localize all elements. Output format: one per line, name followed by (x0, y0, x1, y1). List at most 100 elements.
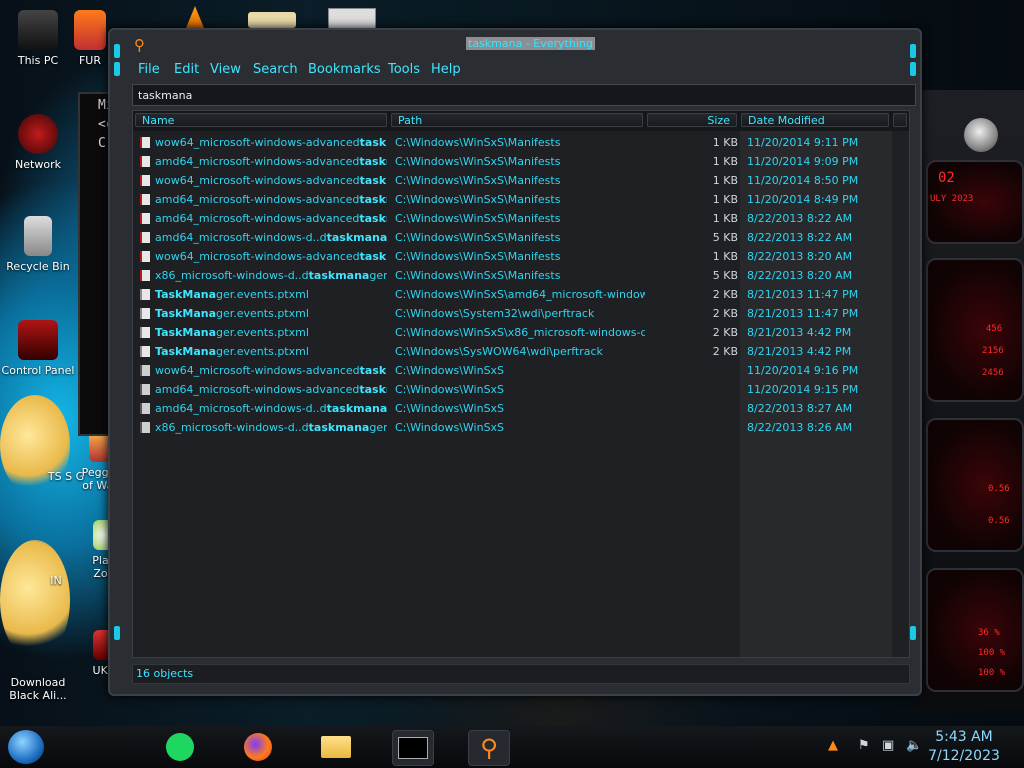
table-row[interactable]: TaskManager.events.ptxml C:\Windows\SysWO… (133, 342, 909, 361)
menu-bookmarks[interactable]: Bookmarks (308, 62, 381, 77)
name-suffix: ger.events.ptxml (216, 307, 309, 320)
desktop-icon-in[interactable]: IN (46, 574, 66, 587)
firefox-icon (244, 733, 272, 761)
menu-view[interactable]: View (210, 62, 241, 77)
taskbar-messenger-button[interactable] (160, 730, 200, 764)
app-shortcut-icon[interactable] (248, 12, 296, 28)
desktop-icon-label: Download Black Ali... (9, 676, 67, 702)
desktop-icon-control-panel[interactable]: Control Panel (0, 320, 76, 377)
row-size: 1 KB (712, 193, 738, 206)
row-size: 2 KB (712, 345, 738, 358)
row-date-modified: 8/22/2013 8:26 AM (747, 421, 853, 434)
taskbar-everything-button[interactable]: ⚲ (468, 730, 510, 766)
name-match-highlight: TaskMana (155, 288, 216, 301)
name-match-highlight: taskmana (308, 421, 370, 434)
vlc-tray-icon[interactable]: ▲ (828, 738, 838, 753)
table-row[interactable]: x86_microsoft-windows-d..dtaskmanager-..… (133, 266, 909, 285)
desktop-icon-download-black-ali[interactable]: Download Black Ali... (0, 676, 76, 702)
row-name: wow64_microsoft-windows-advancedtaskm... (155, 133, 387, 152)
decor-strip (114, 44, 120, 58)
table-row[interactable]: amd64_microsoft-windows-advancedtaskm...… (133, 209, 909, 228)
row-path: C:\Windows\SysWOW64\wdi\perftrack (395, 345, 603, 358)
table-row[interactable]: TaskManager.events.ptxml C:\Windows\WinSx… (133, 285, 909, 304)
row-date-modified: 8/22/2013 8:22 AM (747, 231, 853, 244)
app-shortcut-icon[interactable] (328, 8, 376, 30)
name-suffix: ger-... (369, 269, 387, 282)
column-header-path[interactable]: Path (391, 113, 643, 127)
table-row[interactable]: amd64_microsoft-windows-d..dtaskmanag...… (133, 228, 909, 247)
desktop-icon-network[interactable]: Network (0, 114, 76, 171)
row-name: amd64_microsoft-windows-d..dtaskmanag... (155, 399, 387, 418)
row-path: C:\Windows\WinSxS (395, 364, 505, 377)
clock-time: 5:43 AM (935, 729, 993, 745)
taskbar-file-explorer-button[interactable] (316, 730, 356, 764)
volume-icon[interactable]: 🔈 (906, 738, 922, 753)
row-name: TaskManager.events.ptxml (155, 285, 387, 304)
control-panel-icon (18, 320, 58, 360)
name-prefix: x86_microsoft-windows-d..d (155, 421, 309, 434)
desktop-icon-label: IN (50, 574, 62, 587)
row-size: 1 KB (712, 136, 738, 149)
row-date-modified: 8/22/2013 8:20 AM (747, 250, 853, 263)
system-clock[interactable]: 5:43 AM 7/12/2023 (922, 728, 1006, 766)
name-match-highlight: taskm (359, 193, 387, 206)
name-match-highlight: taskm (359, 155, 387, 168)
network-tray-icon[interactable]: ▣ (882, 738, 894, 753)
decor-strip (114, 626, 120, 640)
name-suffix: ger-... (369, 421, 387, 434)
table-row[interactable]: amd64_microsoft-windows-advancedtaskm...… (133, 380, 909, 399)
everything-window[interactable]: ⚲ taskmana - Everything File Edit View S… (108, 28, 922, 696)
menu-help[interactable]: Help (431, 62, 461, 77)
table-row[interactable]: amd64_microsoft-windows-advancedtaskm...… (133, 190, 909, 209)
title-bar[interactable]: ⚲ taskmana - Everything (108, 28, 922, 58)
menu-tools[interactable]: Tools (388, 62, 420, 77)
row-size: 1 KB (712, 250, 738, 263)
name-prefix: x86_microsoft-windows-d..d (155, 269, 309, 282)
row-path: C:\Windows\WinSxS (395, 402, 505, 415)
results-list[interactable]: Name Path Size Date Modified wow64_micro… (132, 110, 910, 658)
taskbar-command-prompt-button[interactable] (392, 730, 434, 766)
row-date-modified: 8/22/2013 8:22 AM (747, 212, 853, 225)
row-path: C:\Windows\System32\wdi\perftrack (395, 307, 595, 320)
row-path: C:\Windows\WinSxS\Manifests (395, 174, 561, 187)
taskbar-firefox-button[interactable] (238, 730, 278, 764)
column-header-extra[interactable] (893, 113, 907, 127)
table-row[interactable]: wow64_microsoft-windows-advancedtaskm...… (133, 133, 909, 152)
menu-search[interactable]: Search (253, 62, 298, 77)
action-center-flag-icon[interactable]: ⚑ (858, 738, 870, 753)
row-name: amd64_microsoft-windows-d..dtaskmanag... (155, 228, 387, 247)
folder-icon (140, 422, 150, 433)
everything-search-icon: ⚲ (480, 734, 498, 762)
table-row[interactable]: x86_microsoft-windows-d..dtaskmanager-..… (133, 418, 909, 437)
table-row[interactable]: wow64_microsoft-windows-advancedtaskm...… (133, 361, 909, 380)
row-size: 1 KB (712, 212, 738, 225)
gauge-value: 100 % (978, 668, 1006, 678)
table-row[interactable]: TaskManager.events.ptxml C:\Windows\WinSx… (133, 323, 909, 342)
menu-file[interactable]: File (138, 62, 160, 77)
row-date-modified: 11/20/2014 9:16 PM (747, 364, 859, 377)
desktop-icon-recycle-bin[interactable]: Recycle Bin (0, 216, 76, 273)
column-header-size[interactable]: Size (647, 113, 737, 127)
row-name: wow64_microsoft-windows-advancedtaskm... (155, 171, 387, 190)
table-row[interactable]: TaskManager.events.ptxml C:\Windows\Syste… (133, 304, 909, 323)
name-match-highlight: TaskMana (155, 307, 216, 320)
gauge-value: 36 % (978, 628, 1000, 638)
table-row[interactable]: wow64_microsoft-windows-advancedtaskm...… (133, 247, 909, 266)
decor-strip (910, 62, 916, 76)
name-match-highlight: taskmana (326, 231, 387, 244)
name-prefix: amd64_microsoft-windows-advanced (155, 383, 360, 396)
column-header-name[interactable]: Name (135, 113, 387, 127)
column-header-date-modified[interactable]: Date Modified (741, 113, 889, 127)
row-name: TaskManager.events.ptxml (155, 323, 387, 342)
clock-date: 7/12/2023 (928, 748, 1000, 764)
name-match-highlight: taskm (359, 136, 387, 149)
row-size: 5 KB (712, 231, 738, 244)
search-input[interactable] (132, 84, 916, 106)
start-button[interactable] (8, 730, 44, 764)
table-row[interactable]: wow64_microsoft-windows-advancedtaskm...… (133, 171, 909, 190)
computer-icon (18, 10, 58, 50)
table-row[interactable]: amd64_microsoft-windows-advancedtaskm...… (133, 152, 909, 171)
menu-edit[interactable]: Edit (174, 62, 199, 77)
table-row[interactable]: amd64_microsoft-windows-d..dtaskmanag...… (133, 399, 909, 418)
status-object-count: 16 objects (136, 667, 194, 680)
